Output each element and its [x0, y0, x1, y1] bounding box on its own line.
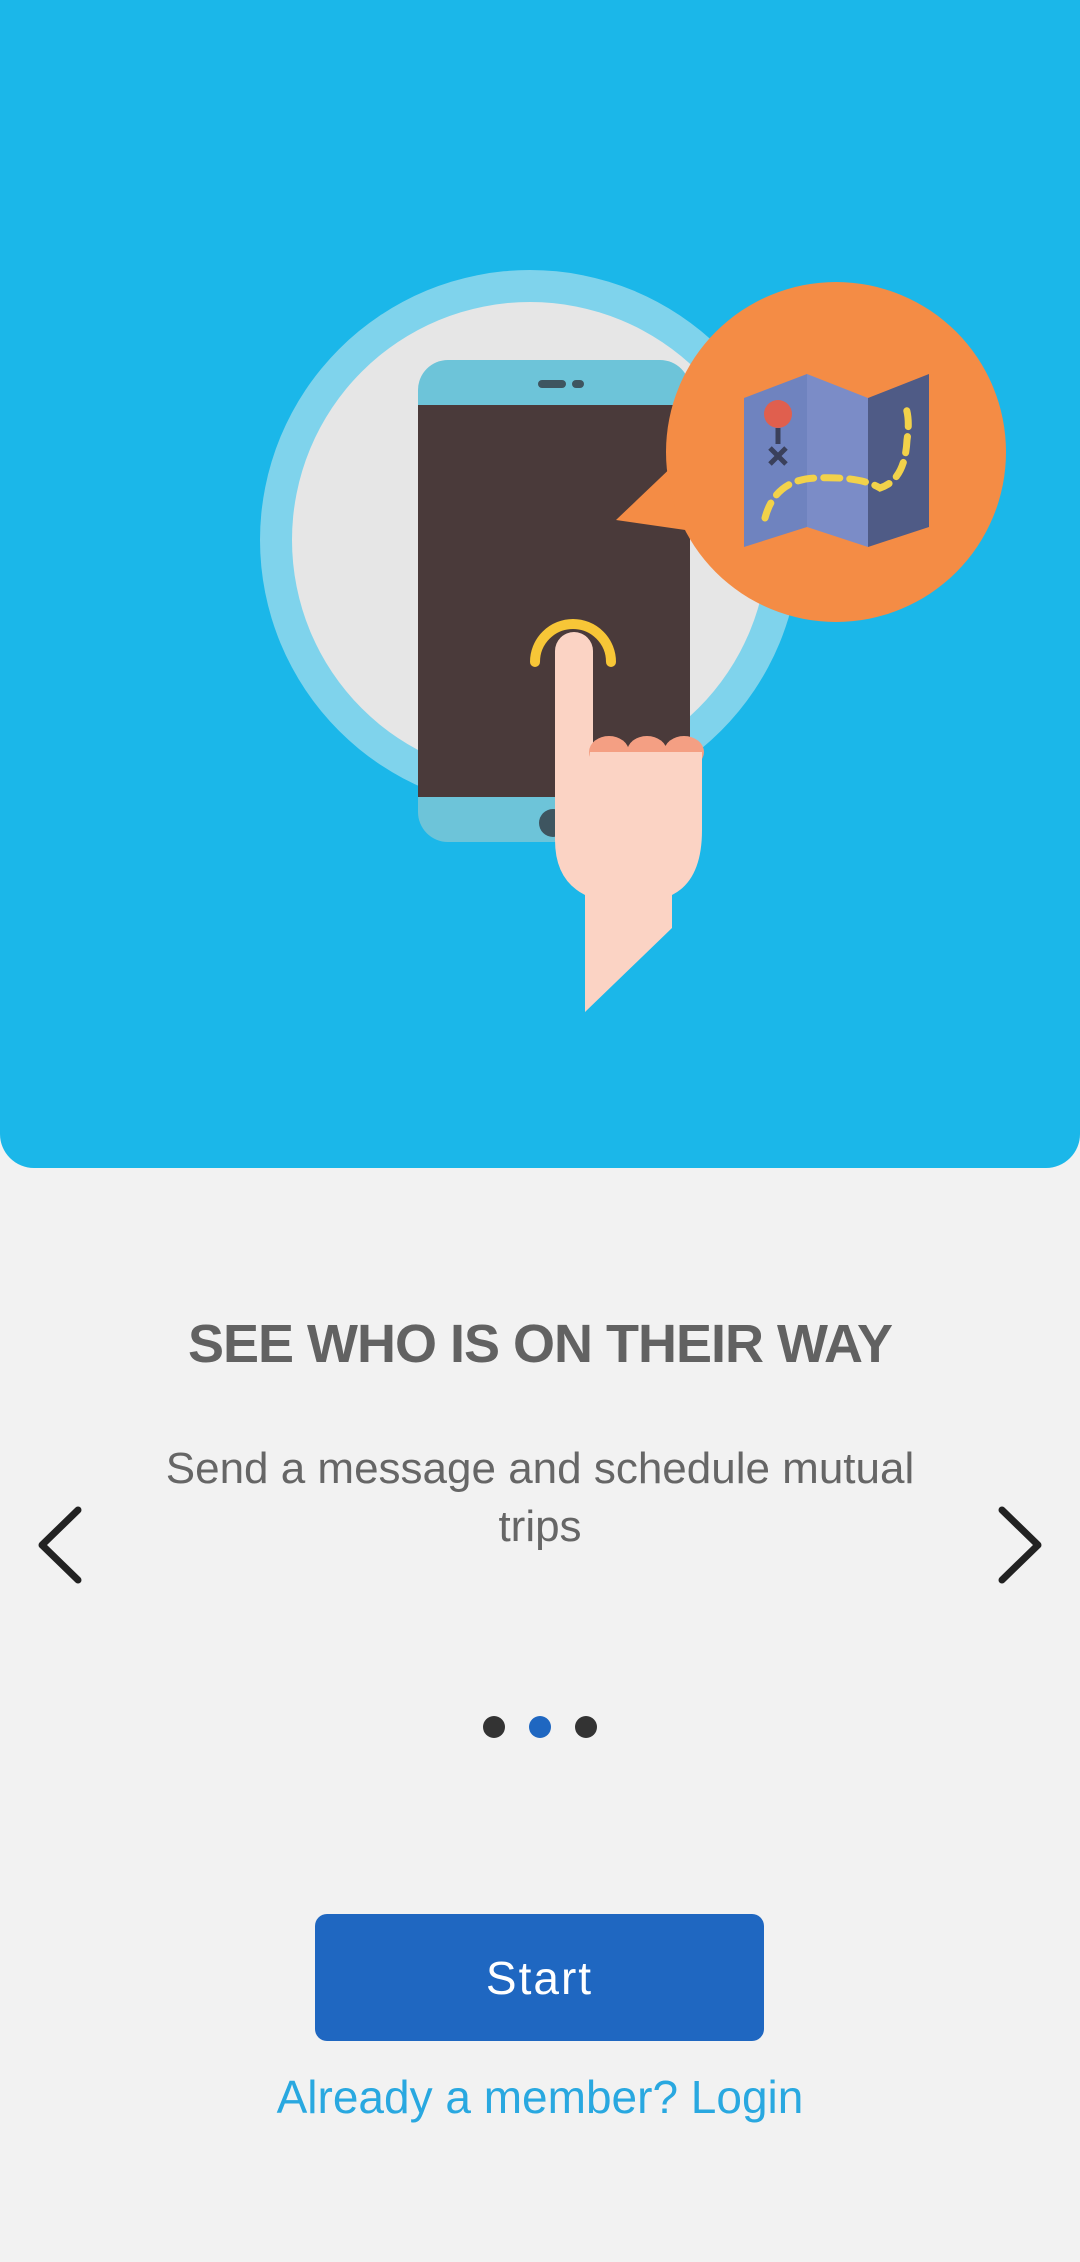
chevron-left-icon — [38, 1506, 82, 1584]
page-indicator-dot-3[interactable] — [575, 1716, 597, 1738]
start-button[interactable]: Start — [315, 1914, 764, 2041]
next-slide-button[interactable] — [978, 1500, 1058, 1590]
onboarding-headline: SEE WHO IS ON THEIR WAY — [187, 1314, 893, 1374]
login-link[interactable]: Already a member? Login — [0, 2070, 1080, 2124]
previous-slide-button[interactable] — [22, 1500, 102, 1590]
page-indicator-dot-1[interactable] — [483, 1716, 505, 1738]
phone-map-illustration — [260, 270, 1006, 1012]
onboarding-description: Send a message and schedule mutual trips — [165, 1444, 915, 1551]
page-indicator-dot-2-active[interactable] — [529, 1716, 551, 1738]
hero-illustration-area — [0, 0, 1080, 1168]
page-indicator — [0, 1716, 1080, 1740]
chevron-right-icon — [998, 1506, 1042, 1584]
folded-map-icon — [744, 374, 929, 547]
